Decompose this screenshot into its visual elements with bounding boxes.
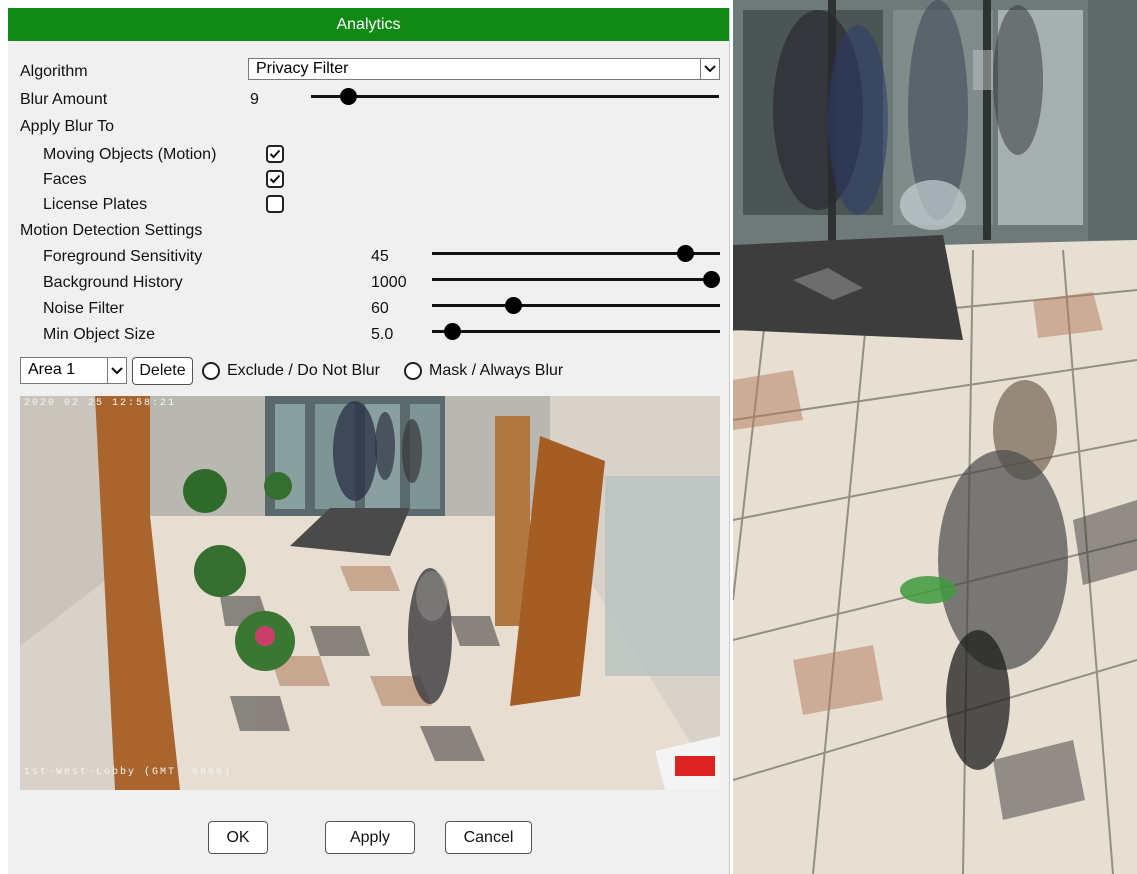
background-history-slider[interactable]	[432, 269, 720, 289]
foreground-sensitivity-label: Foreground Sensitivity	[43, 248, 203, 265]
moving-objects-label: Moving Objects (Motion)	[43, 146, 217, 163]
algorithm-label: Algorithm	[20, 63, 88, 80]
cancel-button[interactable]: Cancel	[445, 821, 532, 854]
blur-amount-value: 9	[250, 91, 259, 108]
license-plates-checkbox[interactable]	[266, 195, 284, 213]
license-plates-label: License Plates	[43, 196, 148, 213]
exclude-radio[interactable]	[202, 362, 220, 380]
checkmark-icon	[269, 174, 281, 184]
slider-thumb[interactable]	[444, 323, 462, 340]
noise-filter-value: 60	[371, 300, 389, 317]
slider-thumb[interactable]	[504, 297, 522, 314]
slider-track	[432, 330, 720, 333]
min-object-size-slider[interactable]	[432, 321, 720, 341]
noise-filter-label: Noise Filter	[43, 300, 124, 317]
mask-label: Mask / Always Blur	[429, 362, 564, 379]
chevron-down-icon	[700, 59, 719, 79]
slider-thumb[interactable]	[703, 271, 720, 288]
blur-amount-label: Blur Amount	[20, 91, 108, 108]
checkmark-icon	[269, 149, 281, 159]
ok-button[interactable]: OK	[208, 821, 268, 854]
foreground-sensitivity-slider[interactable]	[432, 243, 720, 263]
background-history-label: Background History	[43, 274, 183, 291]
preview-timestamp: 2020 02 25 12:58:21	[24, 398, 177, 409]
min-object-size-value: 5.0	[371, 326, 394, 343]
slider-track	[311, 95, 719, 98]
slider-thumb[interactable]	[339, 88, 357, 105]
mask-radio[interactable]	[404, 362, 422, 380]
area-select[interactable]: Area 1	[20, 357, 127, 384]
apply-blur-to-label: Apply Blur To	[20, 118, 114, 135]
faces-checkbox[interactable]	[266, 170, 284, 188]
algorithm-select-value: Privacy Filter	[256, 60, 349, 77]
algorithm-select[interactable]: Privacy Filter	[248, 58, 720, 80]
dialog-title: Analytics	[8, 8, 729, 41]
camera-preview[interactable]: 2020 02 25 12:58:21 1st-West-Lobby (GMT …	[20, 396, 720, 790]
min-object-size-label: Min Object Size	[43, 326, 156, 343]
slider-thumb[interactable]	[677, 245, 695, 262]
faces-label: Faces	[43, 171, 87, 188]
delete-button[interactable]: Delete	[132, 357, 193, 385]
chevron-down-icon	[107, 358, 126, 383]
motion-detection-label: Motion Detection Settings	[20, 222, 203, 239]
slider-track	[432, 278, 711, 281]
blur-amount-slider[interactable]	[311, 86, 719, 106]
lobby-scene-image	[20, 396, 720, 790]
background-history-value: 1000	[371, 274, 407, 291]
lobby-closeup-image	[733, 0, 1137, 874]
preview-camera-label: 1st-West-Lobby (GMT -0800)	[24, 767, 233, 778]
apply-button[interactable]: Apply	[325, 821, 415, 854]
slider-track	[432, 304, 720, 307]
exclude-label: Exclude / Do Not Blur	[227, 362, 380, 379]
moving-objects-checkbox[interactable]	[266, 145, 284, 163]
foreground-sensitivity-value: 45	[371, 248, 389, 265]
noise-filter-slider[interactable]	[432, 295, 720, 315]
analytics-dialog: Analytics Algorithm Privacy Filter Blur …	[8, 8, 730, 874]
camera-live-view[interactable]	[733, 0, 1137, 874]
area-select-value: Area 1	[28, 361, 76, 378]
